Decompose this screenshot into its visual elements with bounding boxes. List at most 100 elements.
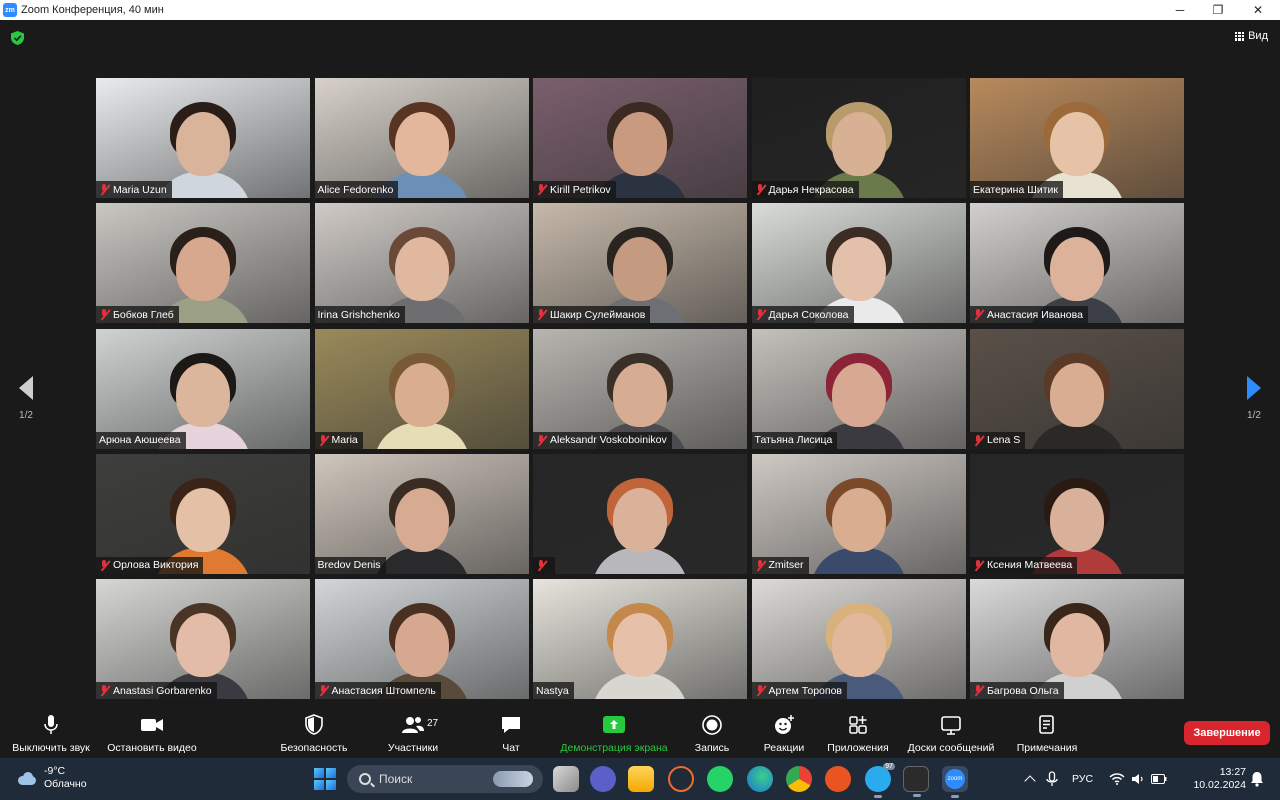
whatsapp-icon[interactable] — [707, 766, 733, 792]
end-meeting-button[interactable]: Завершение — [1184, 721, 1270, 745]
maximize-button[interactable]: ❐ — [1198, 0, 1238, 20]
participant-name: Багрова Ольга — [987, 684, 1059, 697]
zoom-window: zm Zoom Конференция, 40 мин ─ ❐ ✕ Вид 1/… — [0, 0, 1280, 800]
participant-name: Anastasi Gorbarenko — [113, 684, 212, 697]
show-hidden-icons-chevron-icon[interactable] — [1024, 775, 1036, 787]
reactions-button[interactable]: Реакции — [760, 708, 808, 758]
notes-button[interactable]: Примечания — [1012, 708, 1082, 758]
participant-video-tile[interactable]: Орлова Виктория — [96, 453, 310, 574]
close-button[interactable]: ✕ — [1238, 0, 1278, 20]
taskbar-clock[interactable]: 13:27 10.02.2024 — [1186, 766, 1246, 792]
zoom-taskbar-button[interactable]: zoom — [942, 766, 968, 798]
participant-video-tile[interactable] — [533, 453, 747, 574]
participant-face — [613, 613, 667, 677]
participant-video-tile[interactable]: Ксения Матвеева — [970, 453, 1184, 574]
edge-icon[interactable] — [747, 766, 773, 792]
ubuntu-icon[interactable] — [825, 766, 851, 792]
participant-video-tile[interactable]: Татьяна Лисица — [751, 328, 966, 449]
apps-button[interactable]: Приложения — [824, 708, 892, 758]
participant-video-tile[interactable]: Артем Торопов — [751, 579, 966, 699]
microphone-muted-icon — [755, 559, 766, 571]
share-screen-icon — [603, 716, 625, 733]
tray-microphone-icon[interactable] — [1046, 771, 1058, 787]
chat-icon — [502, 717, 520, 733]
participant-name-tag: Дарья Некрасова — [751, 181, 859, 198]
page-indicator-right: 1/2 — [1247, 410, 1261, 421]
terminal-icon[interactable] — [903, 766, 929, 797]
participant-figure — [373, 347, 470, 449]
participant-video-tile[interactable]: Lena S — [970, 328, 1184, 449]
participant-video-tile[interactable]: Nastya — [533, 579, 747, 699]
participant-name: Lena S — [987, 434, 1021, 446]
video-camera-icon — [141, 719, 163, 731]
participant-name: Дарья Некрасова — [768, 183, 854, 196]
chrome-icon[interactable] — [786, 766, 812, 792]
participant-video-tile[interactable]: Maria — [314, 328, 529, 449]
share-screen-button[interactable]: Демонстрация экрана — [556, 708, 672, 758]
encryption-shield-icon[interactable] — [11, 31, 24, 45]
participant-face — [613, 112, 667, 176]
mute-button[interactable]: Выключить звук — [8, 708, 94, 758]
microphone-muted-icon — [318, 434, 329, 446]
participant-video-tile[interactable]: Анастасия Штомпель — [314, 579, 529, 699]
participant-video-tile[interactable]: Kirill Petrikov — [533, 78, 747, 198]
participant-video-tile[interactable]: Шакир Сулейманов — [533, 203, 747, 324]
weather-condition: Облачно — [44, 778, 87, 790]
participant-name-tag: Татьяна Лисица — [751, 431, 838, 449]
weather-temperature: -9°C — [44, 765, 66, 777]
input-language[interactable]: РУС — [1072, 773, 1093, 785]
participant-video-tile[interactable]: Арюна Аюшеева — [96, 328, 310, 449]
participant-face — [1050, 112, 1104, 176]
telegram-icon[interactable]: 97 — [865, 763, 895, 798]
participant-video-tile[interactable]: Alice Fedorenko — [314, 78, 529, 198]
page-indicator-left: 1/2 — [19, 410, 33, 421]
battery-icon[interactable] — [1151, 774, 1167, 784]
participant-video-tile[interactable]: Багрова Ольга — [970, 579, 1184, 699]
taskbar-search-box[interactable]: Поиск — [347, 765, 543, 793]
participant-name-tag: Арюна Аюшеева — [96, 431, 186, 449]
window-title: Zoom Конференция, 40 мин — [21, 4, 164, 16]
app-circle-icon[interactable] — [668, 766, 694, 792]
microphone-muted-icon — [99, 184, 110, 195]
participant-video-tile[interactable]: Maria Uzun — [96, 78, 310, 198]
volume-icon[interactable] — [1131, 773, 1145, 785]
weather-widget[interactable]: -9°C Облачно — [16, 765, 87, 791]
participant-video-tile[interactable]: Дарья Соколова — [751, 203, 966, 324]
participants-button[interactable]: Участники — [382, 708, 444, 758]
task-view-icon[interactable] — [553, 766, 579, 792]
participant-face — [176, 487, 230, 552]
next-page-button[interactable]: 1/2 — [1234, 376, 1274, 421]
participant-video-tile[interactable]: Бобков Глеб — [96, 203, 310, 324]
teams-icon[interactable] — [590, 766, 616, 792]
participant-video-tile[interactable]: Дарья Некрасова — [751, 78, 966, 198]
notes-icon — [1039, 715, 1054, 734]
participant-video-tile[interactable]: Anastasi Gorbarenko — [96, 579, 310, 699]
meeting-controls: Выключить звук Остановить видео Безопасн… — [0, 708, 1280, 758]
previous-page-button[interactable]: 1/2 — [6, 376, 46, 421]
whiteboards-button[interactable]: Доски сообщений — [904, 708, 998, 758]
wifi-icon[interactable] — [1109, 773, 1125, 785]
grid-icon — [1235, 31, 1245, 41]
participant-video-tile[interactable]: Aleksandr Voskoboinikov — [533, 328, 747, 449]
participant-video-tile[interactable]: Анастасия Иванова — [970, 203, 1184, 324]
record-label: Запись — [694, 742, 730, 754]
security-shield-icon — [305, 714, 323, 735]
participant-video-tile[interactable]: Екатерина Шитик — [970, 78, 1184, 198]
view-button[interactable]: Вид — [1235, 30, 1268, 42]
participant-figure — [373, 472, 470, 574]
security-button[interactable]: Безопасность — [278, 708, 350, 758]
reactions-label: Реакции — [763, 742, 805, 754]
participant-face — [1050, 613, 1104, 677]
notification-bell-icon[interactable] — [1250, 771, 1264, 787]
microphone-muted-icon — [973, 559, 984, 571]
file-explorer-icon[interactable] — [628, 766, 654, 792]
record-button[interactable]: Запись — [692, 708, 732, 758]
participant-video-tile[interactable]: Zmitser — [751, 453, 966, 574]
participant-video-tile[interactable]: Bredov Denis — [314, 453, 529, 574]
stop-video-button[interactable]: Остановить видео — [104, 708, 200, 758]
chat-button[interactable]: Чат — [496, 708, 526, 758]
start-button[interactable] — [314, 768, 336, 790]
participant-video-tile[interactable]: Irina Grishchenko — [314, 203, 529, 324]
minimize-button[interactable]: ─ — [1160, 0, 1200, 20]
microphone-muted-icon — [318, 685, 329, 696]
